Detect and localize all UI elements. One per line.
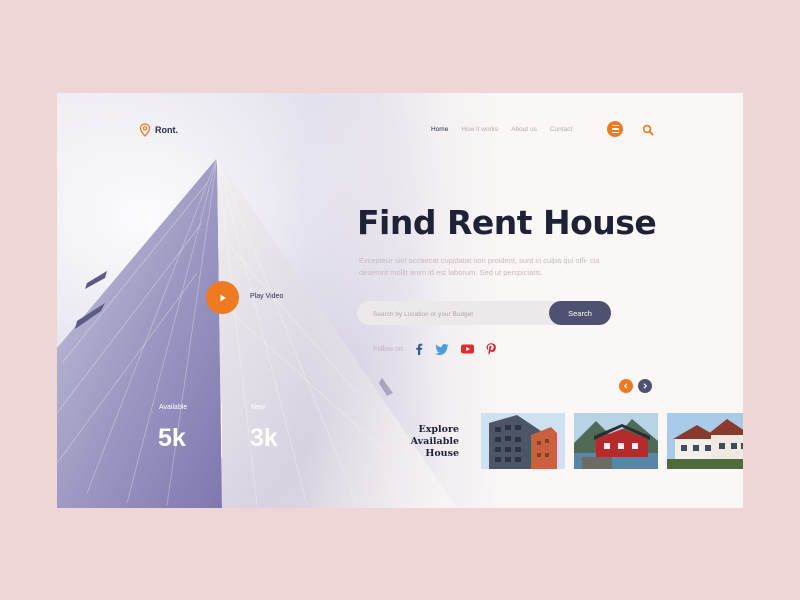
facebook-icon[interactable] (415, 343, 423, 355)
house-thumbnail-1[interactable] (481, 413, 565, 469)
search-button[interactable]: Search (549, 301, 611, 325)
chevron-right-icon (643, 383, 648, 389)
nav-item-home[interactable]: Home (431, 126, 448, 133)
location-pin-icon (139, 123, 151, 137)
hero-description: Excepteur sint occaecat cupidatat non pr… (359, 256, 600, 277)
explore-line-1: Explore (418, 424, 459, 435)
carousel-next-button[interactable] (638, 379, 652, 393)
search-bar: Search (357, 301, 611, 327)
menu-icon (611, 125, 619, 127)
stat-new-value: 3k (250, 424, 278, 452)
explore-line-2: Available House (410, 436, 459, 459)
nav-item-contact[interactable]: Contact (550, 126, 572, 133)
stats-divider (221, 403, 222, 457)
nav-item-how-it-works[interactable]: How it works (461, 126, 498, 133)
landing-card: Ront. Home How it works About us Contact… (57, 93, 743, 508)
play-video-label[interactable]: Play Video (250, 293, 283, 300)
pinterest-icon[interactable] (486, 343, 496, 355)
chevron-left-icon (623, 383, 628, 389)
brand-logo[interactable]: Ront. (139, 123, 178, 137)
nav-item-about-us[interactable]: About us (511, 126, 537, 133)
stat-available-value: 5k (158, 424, 186, 452)
play-video-button[interactable] (206, 281, 239, 314)
main-nav: Home How it works About us Contact (431, 126, 572, 133)
stat-new-label: New (251, 404, 266, 411)
carousel-prev-button[interactable] (619, 379, 633, 393)
follow-label: Follow on (373, 345, 403, 353)
page-title: Find Rent House (357, 203, 657, 242)
search-icon[interactable] (642, 124, 654, 136)
youtube-icon[interactable] (460, 344, 474, 354)
play-icon (220, 294, 226, 301)
menu-button[interactable] (607, 121, 623, 137)
brand-name: Ront. (155, 125, 178, 135)
social-follow: Follow on (373, 343, 496, 355)
explore-heading: Explore Available House (379, 424, 459, 460)
stat-available-label: Available (159, 404, 188, 411)
house-thumbnail-3[interactable] (667, 413, 743, 469)
search-input[interactable] (371, 301, 535, 327)
twitter-icon[interactable] (435, 343, 449, 355)
house-thumbnail-2[interactable] (574, 413, 658, 469)
